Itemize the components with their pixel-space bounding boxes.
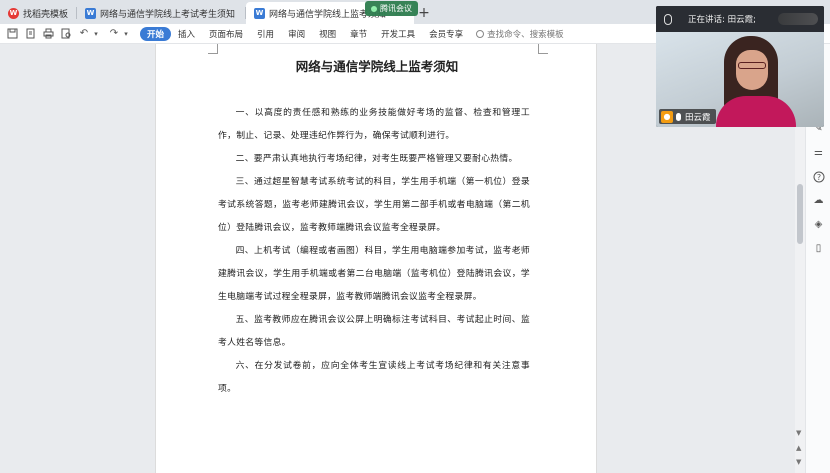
user-avatar-icon: ● [661, 110, 673, 123]
video-call-window[interactable]: 正在讲话: 田云霞; ● 田云霞 [656, 6, 824, 127]
speaking-indicator: 正在讲话: 田云霞; [688, 15, 756, 25]
paragraph: 三、通过超星智慧考试系统考试的科目，学生用手机端（第一机位）登录考试系统答题，监… [218, 177, 530, 233]
book-icon[interactable]: ▯ [812, 242, 825, 255]
participant-body [716, 96, 796, 127]
tab-exam-notice-students[interactable]: W 网络与通信学院线上考试考生须知 [77, 2, 246, 24]
writer-doc-icon: W [85, 7, 97, 19]
menu-review[interactable]: 审阅 [281, 27, 312, 41]
command-search[interactable]: 查找命令、搜索模板 [476, 28, 564, 40]
location-icon[interactable]: ◈ [812, 218, 825, 231]
microphone-icon [676, 112, 681, 121]
microphone-icon [664, 13, 672, 25]
menu-developer-tools[interactable]: 开发工具 [374, 27, 422, 41]
scroll-down-icon[interactable]: ▼ [796, 429, 801, 437]
participant-name-tag: ● 田云霞 [659, 109, 716, 124]
wps-icon: W [8, 7, 19, 19]
document-title: 网络与通信学院线上监考须知 [295, 59, 459, 74]
print-preview-icon[interactable] [60, 28, 72, 40]
crop-mark [538, 44, 548, 54]
menu-insert[interactable]: 插入 [171, 27, 202, 41]
video-feed: ● 田云霞 [656, 32, 824, 127]
scroll-up-icon[interactable]: ▲ [796, 444, 801, 452]
print-icon[interactable] [42, 28, 54, 40]
search-icon [476, 29, 485, 38]
adjust-icon[interactable]: ⚌ [812, 146, 825, 159]
video-header: 正在讲话: 田云霞; [656, 6, 824, 32]
paragraph: 四、上机考试（编程或者画图）科目，学生用电脑端参加考试，监考老师建腾讯会议，学生… [218, 246, 530, 302]
save-icon[interactable] [6, 28, 18, 40]
paragraph: 六、在分发试卷前，应向全体考生宣读线上考试考场纪律和有关注意事项。 [218, 361, 530, 394]
chevron-down-icon[interactable]: ▾ [90, 28, 102, 40]
tab-template-store[interactable]: W 找稻壳模板 [0, 2, 77, 24]
menu-view[interactable]: 视图 [312, 27, 343, 41]
search-placeholder: 查找命令、搜索模板 [487, 29, 564, 40]
redo-icon[interactable]: ↷ [108, 28, 120, 40]
paragraph: 五、监考教师应在腾讯会议公屏上明确标注考试科目、考试起止时间、监考人姓名等信息。 [218, 315, 530, 348]
paragraph: 二、要严肃认真地执行考场纪律，对考生既要严格管理又要耐心热情。 [235, 154, 518, 164]
menu-home[interactable]: 开始 [140, 26, 172, 41]
menu-section[interactable]: 章节 [343, 27, 374, 41]
participant-glasses [738, 62, 766, 69]
cloud-sync-icon[interactable]: ☁ [812, 194, 825, 207]
scroll-down-icon[interactable]: ▼ [796, 458, 801, 466]
tab-label: 网络与通信学院线上考试考生须知 [100, 9, 236, 20]
participant-name: 田云霞 [685, 112, 711, 123]
menu-member-exclusive[interactable]: 会员专享 [422, 27, 470, 41]
window-controls[interactable] [778, 13, 818, 25]
scrollbar-thumb[interactable] [797, 184, 803, 244]
meeting-status-icon [371, 5, 377, 12]
svg-text:?: ? [816, 173, 820, 182]
writer-doc-icon: W [254, 7, 266, 19]
tab-label: 找稻壳模板 [23, 9, 69, 20]
meeting-badge[interactable]: 腾讯会议 [365, 1, 418, 16]
undo-icon[interactable]: ↶ [78, 28, 90, 40]
crop-mark [208, 44, 218, 54]
ribbon-menu: 开始 插入 页面布局 引用 审阅 视图 章节 开发工具 会员专享 [140, 26, 470, 41]
chevron-down-icon[interactable]: ▾ [120, 28, 132, 40]
paragraph: 一、以高度的责任感和熟练的业务技能做好考场的监督、检查和管理工作，制止、记录、处… [218, 108, 530, 141]
export-icon[interactable] [24, 28, 36, 40]
participant-face [736, 50, 768, 90]
menu-references[interactable]: 引用 [250, 27, 281, 41]
menu-page-layout[interactable]: 页面布局 [202, 27, 250, 41]
document-page[interactable]: 网络与通信学院线上监考须知 一、以高度的责任感和熟练的业务技能做好考场的监督、检… [155, 44, 597, 473]
help-icon[interactable]: ? [812, 170, 825, 183]
document-body: 一、以高度的责任感和熟练的业务技能做好考场的监督、检查和管理工作，制止、记录、处… [218, 102, 530, 401]
